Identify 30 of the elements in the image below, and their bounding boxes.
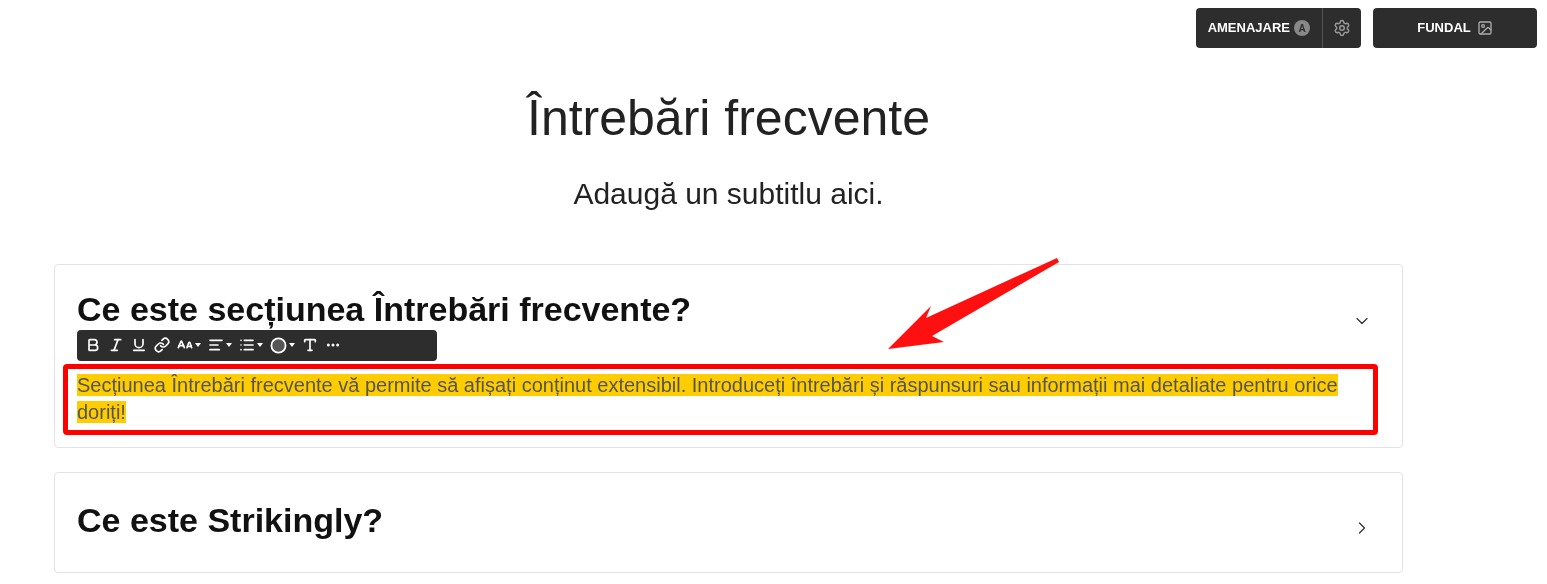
bold-tool[interactable] xyxy=(85,337,101,353)
faq-question[interactable]: Ce este Strikingly? xyxy=(77,502,384,537)
list-icon xyxy=(239,337,255,353)
caret-icon xyxy=(289,343,295,347)
caret-icon xyxy=(257,343,263,347)
answer-field[interactable]: Secțiunea Întrebări frecvente vă permite să afișați conținut extensibil. Introduceți întrebări și răspunsuri sau informații mai detaliate pentru orice doriți! xyxy=(63,363,1378,435)
italic-icon xyxy=(108,337,124,353)
link-icon xyxy=(154,337,170,353)
page-subtitle: Adaugă un subtitlu aici. xyxy=(572,175,885,212)
badge: A xyxy=(1294,20,1310,36)
list-tool[interactable] xyxy=(239,337,263,353)
settings-icon xyxy=(1333,19,1351,37)
style-button[interactable]: AMENAJARE A xyxy=(1195,8,1322,48)
text-icon xyxy=(302,337,318,353)
circle-tool[interactable] xyxy=(270,336,295,354)
underline-tool[interactable] xyxy=(131,337,147,353)
align-left-tool[interactable] xyxy=(208,337,232,353)
text-tool[interactable] xyxy=(302,337,318,353)
background-button[interactable]: FUNDAL xyxy=(1373,8,1537,48)
bold-icon xyxy=(85,337,101,353)
caret-icon xyxy=(226,343,232,347)
circle-icon xyxy=(270,336,287,354)
answer-text: Secțiunea Întrebări frecvente vă permite să afișați conținut extensibil. Introduceți întrebări și răspunsuri sau informații mai detaliate pentru orice doriți! xyxy=(77,372,1339,425)
link-tool[interactable] xyxy=(154,337,170,353)
align-left-icon xyxy=(208,337,224,353)
page-title: Întrebări frecvente xyxy=(525,89,931,148)
italic-tool[interactable] xyxy=(108,337,124,353)
caret-icon xyxy=(195,343,201,347)
image-icon xyxy=(1476,20,1493,36)
underline-icon xyxy=(131,337,147,353)
